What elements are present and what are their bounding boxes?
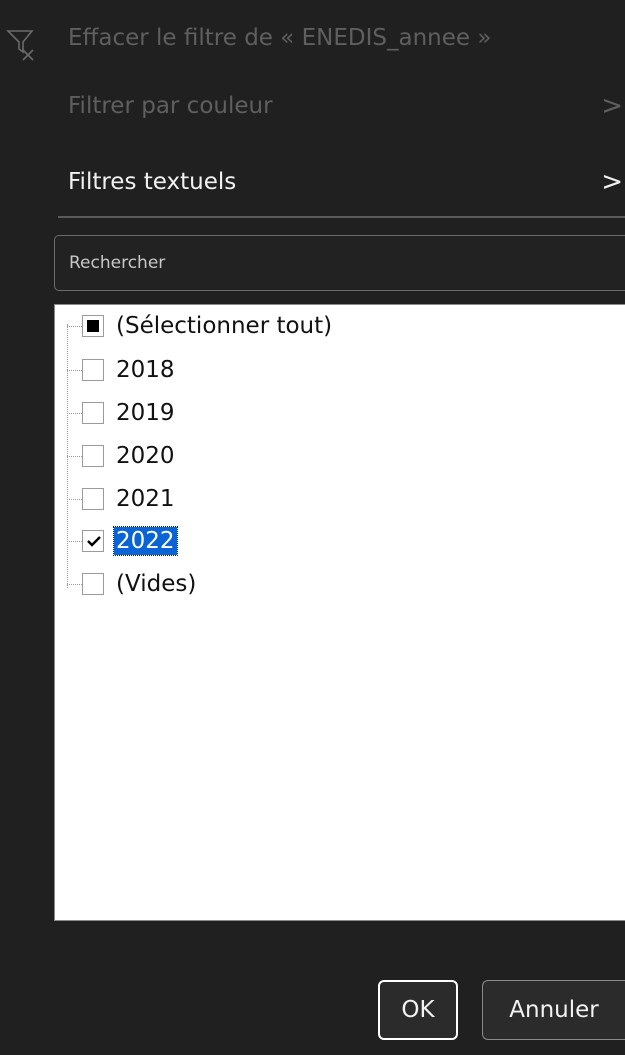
tree-branch (67, 370, 82, 371)
list-item[interactable]: 2022 (67, 523, 482, 559)
tree-branch (67, 499, 82, 500)
indeterminate-mark-icon (87, 320, 99, 332)
select-all-checkbox[interactable] (82, 315, 104, 337)
cancel-button[interactable]: Annuler (482, 980, 625, 1040)
text-filters-label: Filtres textuels (68, 169, 237, 195)
tree-branch (67, 541, 82, 542)
checkbox[interactable] (82, 402, 104, 424)
filter-by-color-label: Filtrer par couleur (68, 93, 273, 119)
list-item[interactable]: 2021 (67, 481, 482, 517)
ok-button[interactable]: OK (378, 980, 458, 1040)
checkbox[interactable] (82, 488, 104, 510)
list-item[interactable]: 2019 (67, 395, 482, 431)
chevron-right-icon: > (601, 91, 623, 121)
list-item[interactable]: 2020 (67, 438, 482, 474)
list-item[interactable]: 2018 (67, 352, 482, 388)
tree-branch (67, 584, 82, 585)
list-item-label: 2019 (116, 400, 175, 426)
clear-filter-menu-item[interactable]: Effacer le filtre de « ENEDIS_annee » (0, 8, 625, 68)
menu-separator (58, 216, 625, 218)
list-item-label: 2018 (116, 357, 175, 383)
checkmark-icon (87, 536, 101, 547)
tree-branch (67, 456, 82, 457)
list-item-label: (Vides) (116, 571, 197, 597)
tree-branch (67, 326, 82, 327)
list-item-label: (Sélectionner tout) (116, 313, 333, 339)
search-input[interactable]: Rechercher (54, 235, 625, 291)
list-item[interactable]: (Vides) (67, 566, 482, 602)
checkbox-checked[interactable] (82, 530, 104, 552)
clear-filter-icon (6, 30, 34, 61)
checkbox[interactable] (82, 359, 104, 381)
list-item-label: 2020 (116, 443, 175, 469)
tree-branch (67, 413, 82, 414)
list-item-label: 2021 (116, 486, 175, 512)
checkbox[interactable] (82, 573, 104, 595)
list-item-select-all[interactable]: (Sélectionner tout) (67, 308, 482, 344)
filter-by-color-menu-item[interactable]: Filtrer par couleur > (0, 76, 625, 136)
search-placeholder: Rechercher (69, 253, 166, 273)
list-item-label: 2022 (113, 526, 178, 556)
checkbox[interactable] (82, 445, 104, 467)
text-filters-menu-item[interactable]: Filtres textuels > (0, 152, 625, 212)
chevron-right-icon: > (601, 167, 623, 197)
clear-filter-label: Effacer le filtre de « ENEDIS_annee » (68, 25, 492, 51)
